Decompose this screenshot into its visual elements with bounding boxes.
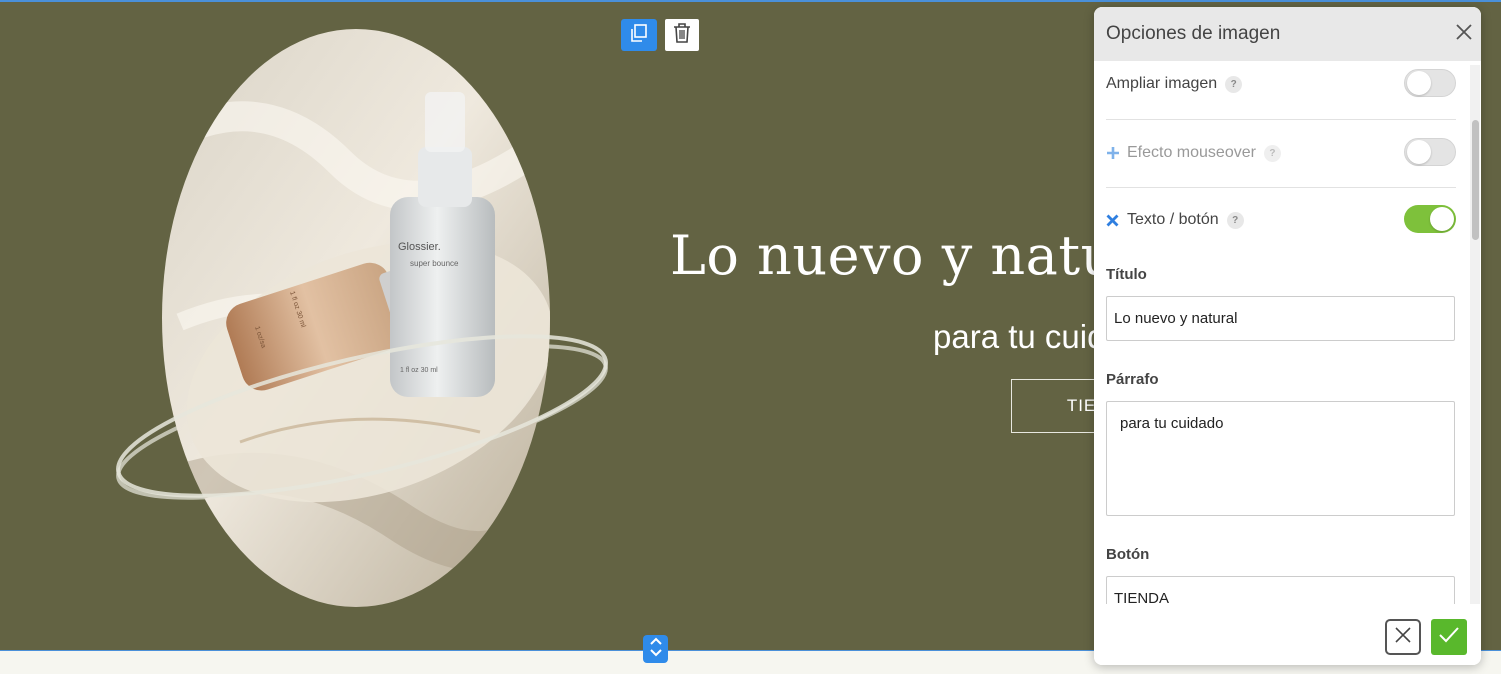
oval-photo-icon: Glossier. super bounce 1 fl oz 30 ml 1 f… [116,29,608,607]
divider [1106,187,1456,188]
x-icon[interactable] [1106,214,1120,227]
plus-icon[interactable] [1106,146,1120,160]
option-label: Efecto mouseover [1127,144,1256,161]
paragraph-textarea[interactable]: para tu cuidado [1106,401,1455,516]
toggle-knob [1430,207,1454,231]
trash-icon [673,22,691,48]
help-icon[interactable]: ? [1226,211,1244,229]
button-field-label: Botón [1106,546,1150,563]
option-label: Texto / botón [1127,211,1219,228]
delete-button[interactable] [665,19,699,51]
bottle-name-text: super bounce [410,259,459,268]
toggle-efecto-mouseover[interactable] [1404,138,1456,166]
option-label: Ampliar imagen [1106,75,1218,92]
button-text-input[interactable]: TIENDA [1106,576,1455,604]
confirm-button[interactable] [1431,619,1467,655]
bottle-volume-text: 1 fl oz 30 ml [400,367,438,374]
hero-product-image[interactable]: Glossier. super bounce 1 fl oz 30 ml 1 f… [100,22,630,622]
panel-header: Opciones de imagen [1094,7,1481,61]
panel-scrollbar-thumb[interactable] [1472,120,1479,240]
toggle-texto-boton[interactable] [1404,205,1456,233]
panel-close-button[interactable] [1454,23,1474,45]
title-field-label: Título [1106,266,1147,283]
copy-icon [630,23,648,47]
close-icon [1395,626,1411,648]
section-resize-handle[interactable] [643,635,668,663]
panel-footer [1094,604,1481,665]
toggle-knob [1407,71,1431,95]
close-icon [1456,23,1472,45]
toggle-knob [1407,140,1431,164]
cancel-button[interactable] [1385,619,1421,655]
divider [1106,119,1456,120]
checkmark-icon [1439,626,1459,648]
image-options-panel: Opciones de imagen Ampliar imagen ? Efec… [1094,7,1481,665]
toggle-ampliar-imagen[interactable] [1404,69,1456,97]
resize-vertical-icon [649,636,663,663]
panel-body: Ampliar imagen ? Efecto mouseover ? Text… [1094,61,1481,604]
bottle-brand-text: Glossier. [398,241,441,253]
title-input[interactable]: Lo nuevo y natural [1106,296,1455,341]
paragraph-field-label: Párrafo [1106,371,1159,388]
help-icon[interactable]: ? [1263,144,1281,162]
help-icon[interactable]: ? [1225,75,1243,93]
copy-button[interactable] [621,19,657,51]
panel-title: Opciones de imagen [1106,23,1281,44]
